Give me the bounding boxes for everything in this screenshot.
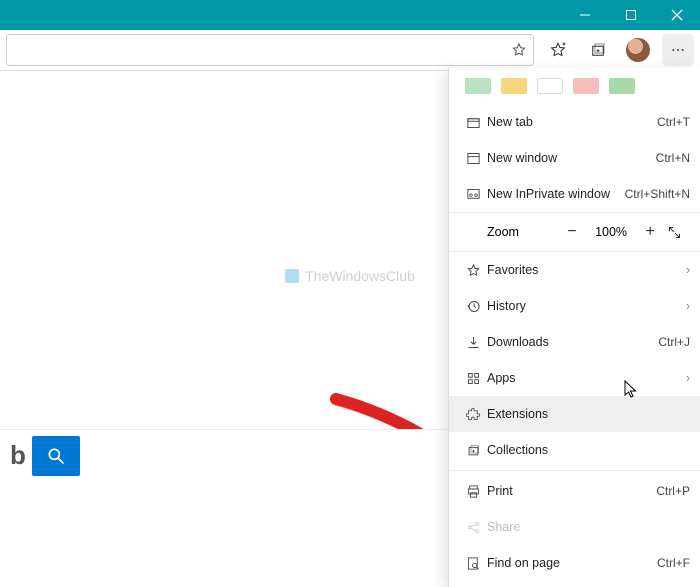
menu-shortcut: Ctrl+T	[657, 115, 690, 129]
menu-extensions[interactable]: Extensions	[449, 396, 700, 432]
menu-shortcut: Ctrl+J	[658, 335, 690, 349]
collections-menu-icon	[459, 443, 487, 458]
menu-label: New tab	[487, 115, 657, 129]
apps-icon	[459, 371, 487, 386]
menu-label: Find on page	[487, 556, 657, 570]
menu-shortcut: Ctrl+P	[656, 484, 690, 498]
chevron-right-icon: ›	[686, 299, 690, 313]
menu-apps[interactable]: Apps ›	[449, 360, 700, 396]
new-window-icon	[459, 151, 487, 166]
minimize-button[interactable]	[562, 0, 608, 30]
menu-shortcut: Ctrl+N	[656, 151, 690, 165]
history-icon	[459, 299, 487, 314]
share-icon	[459, 520, 487, 535]
zoom-label: Zoom	[487, 225, 555, 239]
menu-new-tab[interactable]: New tab Ctrl+T	[449, 104, 700, 140]
menu-print[interactable]: Print Ctrl+P	[449, 473, 700, 509]
menu-label: Downloads	[487, 335, 658, 349]
maximize-button[interactable]	[608, 0, 654, 30]
menu-label: New InPrivate window	[487, 187, 625, 201]
inprivate-icon	[459, 187, 487, 202]
menu-collections[interactable]: Collections	[449, 432, 700, 468]
favorite-star-icon[interactable]	[511, 42, 527, 58]
zoom-in-button[interactable]: +	[634, 223, 667, 241]
menu-new-window[interactable]: New window Ctrl+N	[449, 140, 700, 176]
chevron-right-icon: ›	[686, 371, 690, 385]
cursor-icon	[624, 380, 640, 400]
title-bar	[0, 0, 700, 30]
menu-label: Collections	[487, 443, 690, 457]
profile-avatar[interactable]	[622, 34, 654, 66]
menu-label: Extensions	[487, 407, 690, 421]
theme-swatch[interactable]	[537, 78, 563, 94]
watermark-logo-icon	[285, 269, 299, 283]
star-icon	[459, 263, 487, 278]
menu-shortcut: Ctrl+Shift+N	[625, 187, 690, 201]
menu-shortcut: Ctrl+F	[657, 556, 690, 570]
settings-menu: New tab Ctrl+T New window Ctrl+N New InP…	[448, 68, 700, 587]
theme-swatches	[449, 74, 700, 104]
fullscreen-button[interactable]	[667, 225, 700, 240]
toolbar	[0, 30, 700, 70]
menu-label: History	[487, 299, 686, 313]
menu-find[interactable]: Find on page Ctrl+F	[449, 545, 700, 581]
more-button[interactable]	[662, 34, 694, 66]
address-bar[interactable]	[6, 34, 534, 66]
menu-share: Share	[449, 509, 700, 545]
bing-logo-icon: b	[10, 440, 26, 471]
zoom-value: 100%	[589, 225, 634, 239]
close-button[interactable]	[654, 0, 700, 30]
menu-label: New window	[487, 151, 656, 165]
menu-label: Favorites	[487, 263, 686, 277]
menu-downloads[interactable]: Downloads Ctrl+J	[449, 324, 700, 360]
favorites-star-plus-icon[interactable]	[542, 34, 574, 66]
menu-label: Share	[487, 520, 690, 534]
menu-history[interactable]: History ›	[449, 288, 700, 324]
puzzle-icon	[459, 407, 487, 422]
print-icon	[459, 484, 487, 499]
new-tab-icon	[459, 115, 487, 130]
menu-label: Print	[487, 484, 656, 498]
menu-favorites[interactable]: Favorites ›	[449, 252, 700, 288]
menu-label: Apps	[487, 371, 686, 385]
theme-swatch[interactable]	[609, 78, 635, 94]
zoom-row: Zoom − 100% +	[449, 212, 700, 252]
chevron-right-icon: ›	[686, 263, 690, 277]
download-icon	[459, 335, 487, 350]
theme-swatch[interactable]	[501, 78, 527, 94]
find-icon	[459, 556, 487, 571]
watermark: TheWindowsClub	[285, 268, 415, 284]
collections-icon[interactable]	[582, 34, 614, 66]
zoom-out-button[interactable]: −	[555, 223, 588, 241]
theme-swatch[interactable]	[465, 78, 491, 94]
search-button[interactable]	[32, 436, 80, 476]
watermark-text: TheWindowsClub	[305, 268, 415, 284]
theme-swatch[interactable]	[573, 78, 599, 94]
menu-inprivate[interactable]: New InPrivate window Ctrl+Shift+N	[449, 176, 700, 212]
